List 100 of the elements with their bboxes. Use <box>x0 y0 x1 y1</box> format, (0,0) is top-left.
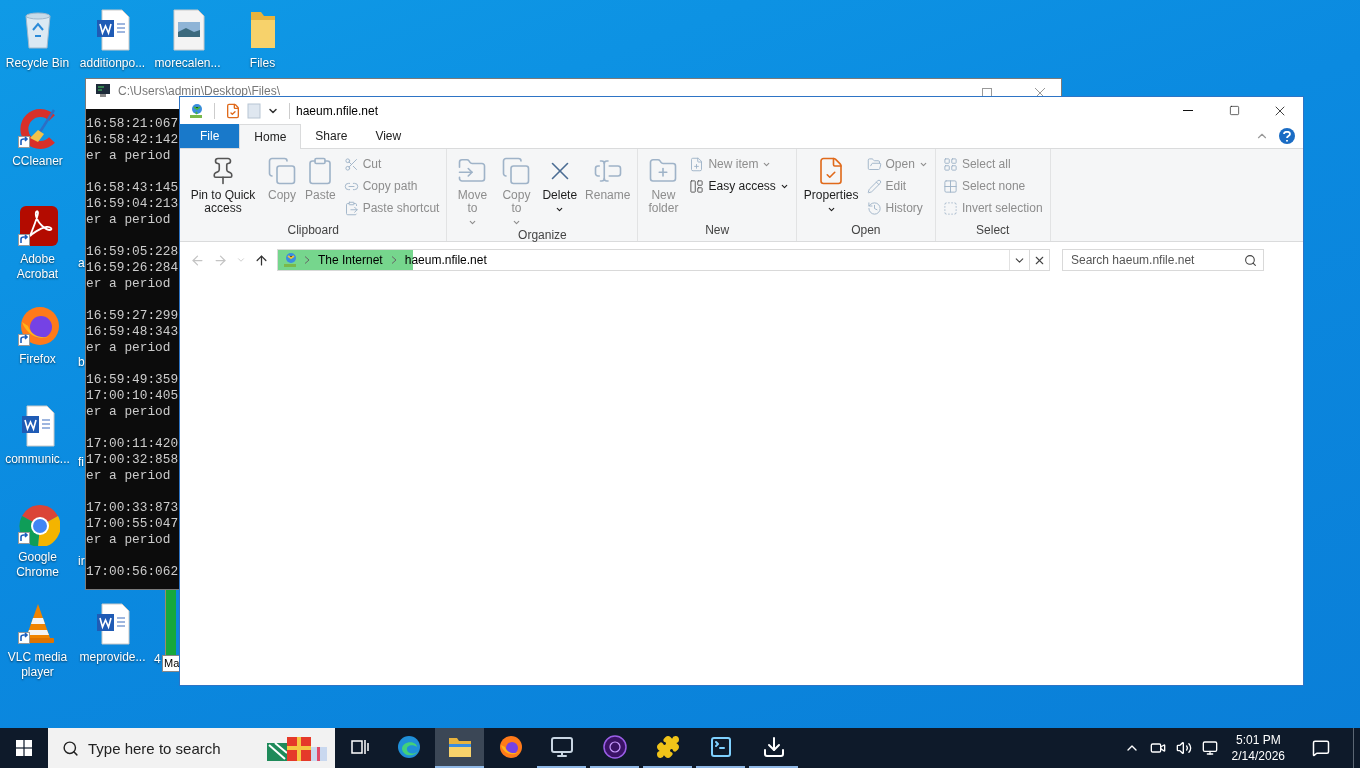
console-line: 17:00:10:405 <box>86 388 179 404</box>
console-line: 16:58:21:067 <box>86 116 179 132</box>
console-line: er a period <box>86 468 171 484</box>
camera-icon[interactable] <box>1149 740 1166 756</box>
back-icon <box>190 252 205 268</box>
console-line: 16:59:27:299 <box>86 308 179 324</box>
console-line: 16:59:48:343 <box>86 324 179 340</box>
console-line: er a period <box>86 212 171 228</box>
console-line: er a period <box>86 276 171 292</box>
task-view-icon <box>349 738 370 756</box>
copy-icon <box>501 156 532 186</box>
progress-strip <box>165 590 176 655</box>
up-button[interactable] <box>254 252 269 268</box>
scissors-icon <box>343 156 359 172</box>
console-line: 17:00:55:047 <box>86 516 179 532</box>
console-line: 17:00:32:858 <box>86 452 179 468</box>
icon-label: b <box>78 355 85 370</box>
console-line: 16:58:43:145 <box>86 180 179 196</box>
browser-icon <box>498 735 523 759</box>
console-line: 16:59:05:228 <box>86 244 179 260</box>
icon-label: 4 <box>154 652 161 667</box>
terminal-icon <box>95 82 111 98</box>
minimize-icon <box>1183 110 1193 111</box>
console-line: 16:59:49:359 <box>86 372 179 388</box>
ribbon-button[interactable]: Delete <box>539 153 581 214</box>
icon-label[interactable]: Firefox <box>19 352 56 367</box>
network-icon[interactable] <box>1201 740 1218 756</box>
icon-label[interactable]: Files <box>249 56 276 71</box>
console-line: 17:00:56:062 <box>86 564 179 580</box>
group-label: New <box>705 222 730 239</box>
icon-label: fi <box>78 455 84 470</box>
stop-button[interactable] <box>1030 249 1050 271</box>
icon-label[interactable]: VLC media player <box>1 650 74 680</box>
grid-icon <box>942 178 958 194</box>
notification-icon <box>1312 739 1330 757</box>
console-line: er a period <box>86 532 171 548</box>
console-line: 16:59:26:284 <box>86 260 179 276</box>
globe-icon <box>282 252 298 268</box>
breadcrumb[interactable]: The Internet <box>316 253 385 267</box>
chevron-icon <box>304 256 310 264</box>
copy-icon <box>267 156 297 186</box>
circle-icon <box>602 735 627 759</box>
pencil-icon <box>866 178 882 194</box>
grid-icon <box>942 156 958 172</box>
console-line: 16:59:04:213 <box>86 196 179 212</box>
console-line: er a period <box>86 148 171 164</box>
icon-label[interactable]: additionpo... <box>79 56 146 71</box>
group-label: Organize <box>518 227 567 244</box>
file-menu-button[interactable]: File <box>180 124 240 148</box>
group-label: Select <box>976 222 1010 239</box>
globe-icon <box>188 102 204 119</box>
maximize-icon <box>1228 105 1240 116</box>
help-icon[interactable] <box>1279 128 1295 144</box>
search-field[interactable]: Search haeum.nfile.net <box>1062 249 1264 271</box>
history-icon <box>866 200 882 216</box>
taskbar-app-button[interactable] <box>435 728 484 768</box>
search-icon <box>62 739 79 757</box>
window-title: C:\Users\admin\Desktop\Files\ <box>118 84 281 99</box>
window-label: Ma <box>162 655 181 672</box>
icon-label[interactable]: Adobe Acrobat <box>1 252 74 282</box>
console-line: er a period <box>86 404 171 420</box>
puzzle-icon <box>655 735 680 759</box>
properties-icon[interactable] <box>225 102 241 119</box>
ribbon-tab[interactable]: Home <box>239 124 302 149</box>
icon-label[interactable]: morecalen... <box>154 56 221 71</box>
terminal-icon <box>708 735 733 759</box>
chevron-icon <box>390 256 397 264</box>
icon-label[interactable]: Google Chrome <box>1 550 74 580</box>
icon-label[interactable]: Recycle Bin <box>5 56 70 71</box>
breadcrumb[interactable]: haeum.nfile.net <box>402 253 489 267</box>
ribbon-button[interactable]: Properties <box>800 153 862 214</box>
icon-label: ir <box>78 554 85 569</box>
icon-label: a <box>78 256 85 271</box>
icon-label[interactable]: meprovide... <box>79 650 146 665</box>
group-label: Clipboard <box>287 222 339 239</box>
console-line: 17:00:11:420 <box>86 436 179 452</box>
ribbon-button[interactable]: Pin to Quick access <box>184 153 262 215</box>
windows-logo-icon <box>16 740 32 756</box>
new-file-icon <box>689 156 705 172</box>
address-bar[interactable]: The Internet haeum.nfile.net <box>277 249 1030 271</box>
clock[interactable]: 5:01 PM 2/14/2026 <box>1227 732 1289 764</box>
icon-label[interactable]: communic... <box>5 452 70 467</box>
browser-icon <box>396 735 421 759</box>
download-icon <box>761 735 786 759</box>
open-folder-icon <box>866 156 882 172</box>
window-title: haeum.nfile.net <box>296 103 379 118</box>
folder-icon <box>447 736 472 758</box>
panel-icon <box>689 178 705 194</box>
console-line: 17:00:33:873 <box>86 500 179 516</box>
icon-label[interactable]: CCleaner <box>12 154 63 169</box>
dashed-square-icon <box>942 200 958 216</box>
forward-icon <box>213 252 228 268</box>
paste-icon <box>343 200 359 216</box>
caret-icon <box>236 255 246 265</box>
console-line: er a period <box>86 340 171 356</box>
search-icon <box>1244 253 1257 267</box>
monitor-icon <box>549 735 574 759</box>
speaker-icon[interactable] <box>1175 740 1192 756</box>
console-line: 16:58:42:142 <box>86 132 179 148</box>
ribbon-button[interactable]: Easy access <box>686 175 792 197</box>
